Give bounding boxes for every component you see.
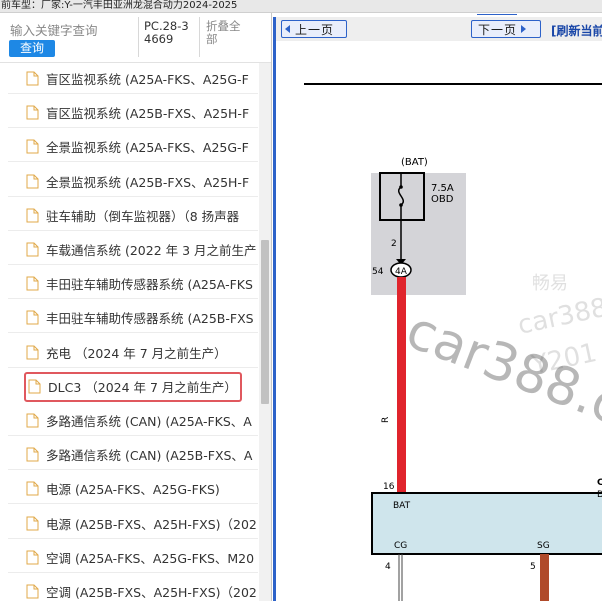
tree-scrollbar[interactable]: [259, 63, 271, 601]
tree-item[interactable]: 多路通信系统 (CAN) (A25A-FKS、A: [8, 406, 258, 436]
watermark-top: 畅易: [532, 273, 568, 294]
wiring-diagram: 畅易 car388.c Y201 car388.com (BAT) 7.5A O…: [273, 41, 602, 601]
tree-item[interactable]: 空调 (A25A-FKS、A25G-FKS、M20: [8, 543, 258, 573]
document-icon: [26, 345, 39, 360]
next-page-button[interactable]: 下一页: [471, 20, 541, 38]
tree-item-label: 驻车辅助（倒车监视器）（8 扬声器: [46, 208, 240, 224]
tree-item-label: 盲区监视系统 (A25A-FKS、A25G-F: [46, 72, 249, 87]
pc-code: PC.28-34669: [144, 19, 189, 46]
watermark-site: car388.c: [515, 288, 602, 341]
tree-item-label: 空调 (A25B-FXS、A25H-FXS)（202: [46, 585, 257, 600]
document-icon: [26, 71, 39, 86]
tree-item-label: 丰田驻车辅助传感器系统 (A25B-FXS: [46, 311, 254, 327]
collapse-all-button[interactable]: 折叠全部: [206, 20, 250, 46]
document-icon: [26, 447, 39, 462]
tree-item[interactable]: 盲区监视系统 (A25A-FKS、A25G-F: [8, 64, 258, 94]
dlc-bat-pin-number: 16: [383, 482, 395, 492]
fuse-rating: 7.5A: [431, 183, 454, 194]
dlc-sg-pin-number: 5: [530, 562, 536, 572]
tree-item-label: 丰田驻车辅助传感器系统 (A25A-FKS: [46, 277, 253, 293]
document-icon: [26, 550, 39, 565]
arrow-right-icon: [521, 25, 527, 33]
tree-item-label: 电源 (A25B-FXS、A25H-FXS)（202: [46, 516, 257, 532]
tree-item[interactable]: 多路通信系统 (CAN) (A25B-FXS、A: [8, 440, 258, 471]
tree-item-label: 盲区监视系统 (A25B-FXS、A25H-F: [46, 106, 250, 122]
search-button[interactable]: 查询: [9, 40, 55, 57]
wiring-diagram-svg: 畅易 car388.c Y201 car388.com (BAT) 7.5A O…: [304, 83, 602, 601]
divider: [138, 17, 139, 57]
dlc-bat-label: BAT: [393, 501, 411, 511]
tree-item[interactable]: 丰田驻车辅助传感器系统 (A25A-FKS: [8, 269, 258, 300]
document-icon: [26, 174, 39, 189]
toolbar-fragment: [477, 13, 517, 15]
power-wire: [397, 277, 406, 499]
dlc-sg-label: SG: [537, 541, 550, 551]
document-icon: [26, 310, 39, 325]
dlc-cg-pin-number: 4: [385, 562, 391, 572]
bat-box-label: (BAT): [401, 157, 428, 168]
document-icon: [26, 242, 39, 257]
arrow-left-icon: [285, 25, 290, 33]
diagram-viewer: 上一页 下一页 [刷新当前 畅易 car388.c Y201 car388.co…: [273, 13, 602, 601]
document-icon: [26, 481, 39, 496]
window-title: 前车型：厂家:Y-一汽丰田亚洲龙混合动力2024-2025: [0, 0, 602, 13]
next-page-label: 下一页: [478, 22, 518, 37]
connector-id: 4A: [395, 267, 408, 277]
viewer-toolbar: 上一页 下一页 [刷新当前: [273, 13, 602, 41]
document-icon: [26, 208, 39, 223]
edge-fragment-label-2: D: [597, 490, 602, 500]
tree-item-label: 充电 （2024 年 7 月之前生产）: [46, 345, 227, 361]
scrollbar-thumb[interactable]: [261, 240, 269, 404]
tree-item[interactable]: 驻车辅助（倒车监视器）（8 扬声器: [8, 201, 258, 231]
document-icon: [26, 139, 39, 154]
tree-item-label: 全景监视系统 (A25B-FXS、A25H-F: [46, 174, 250, 190]
left-panel: 查询 PC.28-34669 折叠全部 盲区监视系统 (A25A-FKS、A25…: [0, 13, 272, 601]
tree-item[interactable]: 丰田驻车辅助传感器系统 (A25B-FXS: [8, 303, 258, 334]
divider: [199, 17, 200, 57]
document-icon: [26, 105, 39, 120]
search-input[interactable]: [10, 22, 130, 38]
document-icon: [26, 516, 39, 531]
tree-item-label: 空调 (A25A-FKS、A25G-FKS、M20: [46, 550, 255, 566]
tree-item-label: 多路通信系统 (CAN) (A25B-FXS、A: [46, 448, 253, 464]
tree-item[interactable]: 电源 (A25A-FKS、A25G-FKS): [8, 474, 258, 505]
tree-item-selected[interactable]: DLC3 （2024 年 7 月之前生产）: [24, 371, 242, 402]
tree-item-label: 多路通信系统 (CAN) (A25A-FKS、A: [46, 414, 252, 429]
tree-item[interactable]: 空调 (A25B-FXS、A25H-FXS)（202: [8, 577, 258, 601]
tree-item-label: 电源 (A25A-FKS、A25G-FKS): [46, 482, 220, 498]
document-icon: [26, 584, 39, 599]
refresh-current-link[interactable]: [刷新当前: [551, 22, 602, 39]
search-area: 查询 PC.28-34669 折叠全部: [0, 13, 271, 63]
fuse-pin-number: 2: [391, 239, 397, 249]
tree-item[interactable]: 盲区监视系统 (A25B-FXS、A25H-F: [8, 98, 258, 129]
tree-item[interactable]: 电源 (A25B-FXS、A25H-FXS)（202: [8, 509, 258, 539]
connector-pin-number: 54: [372, 267, 384, 277]
tree-item-label: 全景监视系统 (A25A-FKS、A25G-F: [46, 140, 249, 156]
prev-page-label: 上一页: [295, 22, 335, 37]
tree-item[interactable]: 车载通信系统 (2022 年 3 月之前生产: [8, 235, 258, 265]
tree-item[interactable]: 充电 （2024 年 7 月之前生产）: [8, 338, 258, 368]
fuse-node-top: [399, 185, 403, 189]
dlc-cg-label: CG: [394, 541, 407, 551]
document-icon: [26, 413, 39, 428]
document-icon: [28, 379, 41, 394]
ground-wire-sg: [540, 554, 549, 601]
document-icon: [26, 276, 39, 291]
tree-item[interactable]: 全景监视系统 (A25B-FXS、A25H-F: [8, 167, 258, 197]
edge-fragment-label: C: [597, 478, 602, 488]
tree-item-label: 车载通信系统 (2022 年 3 月之前生产: [46, 243, 257, 258]
prev-page-button[interactable]: 上一页: [281, 20, 347, 38]
tree-item-label: DLC3 （2024 年 7 月之前生产）: [48, 380, 237, 396]
fuse-name: OBD: [431, 194, 454, 205]
tree-item[interactable]: 全景监视系统 (A25A-FKS、A25G-F: [8, 132, 258, 163]
document-tree: 盲区监视系统 (A25A-FKS、A25G-F 盲区监视系统 (A25B-FXS、…: [0, 63, 258, 601]
wire-color-label: R: [381, 417, 391, 423]
